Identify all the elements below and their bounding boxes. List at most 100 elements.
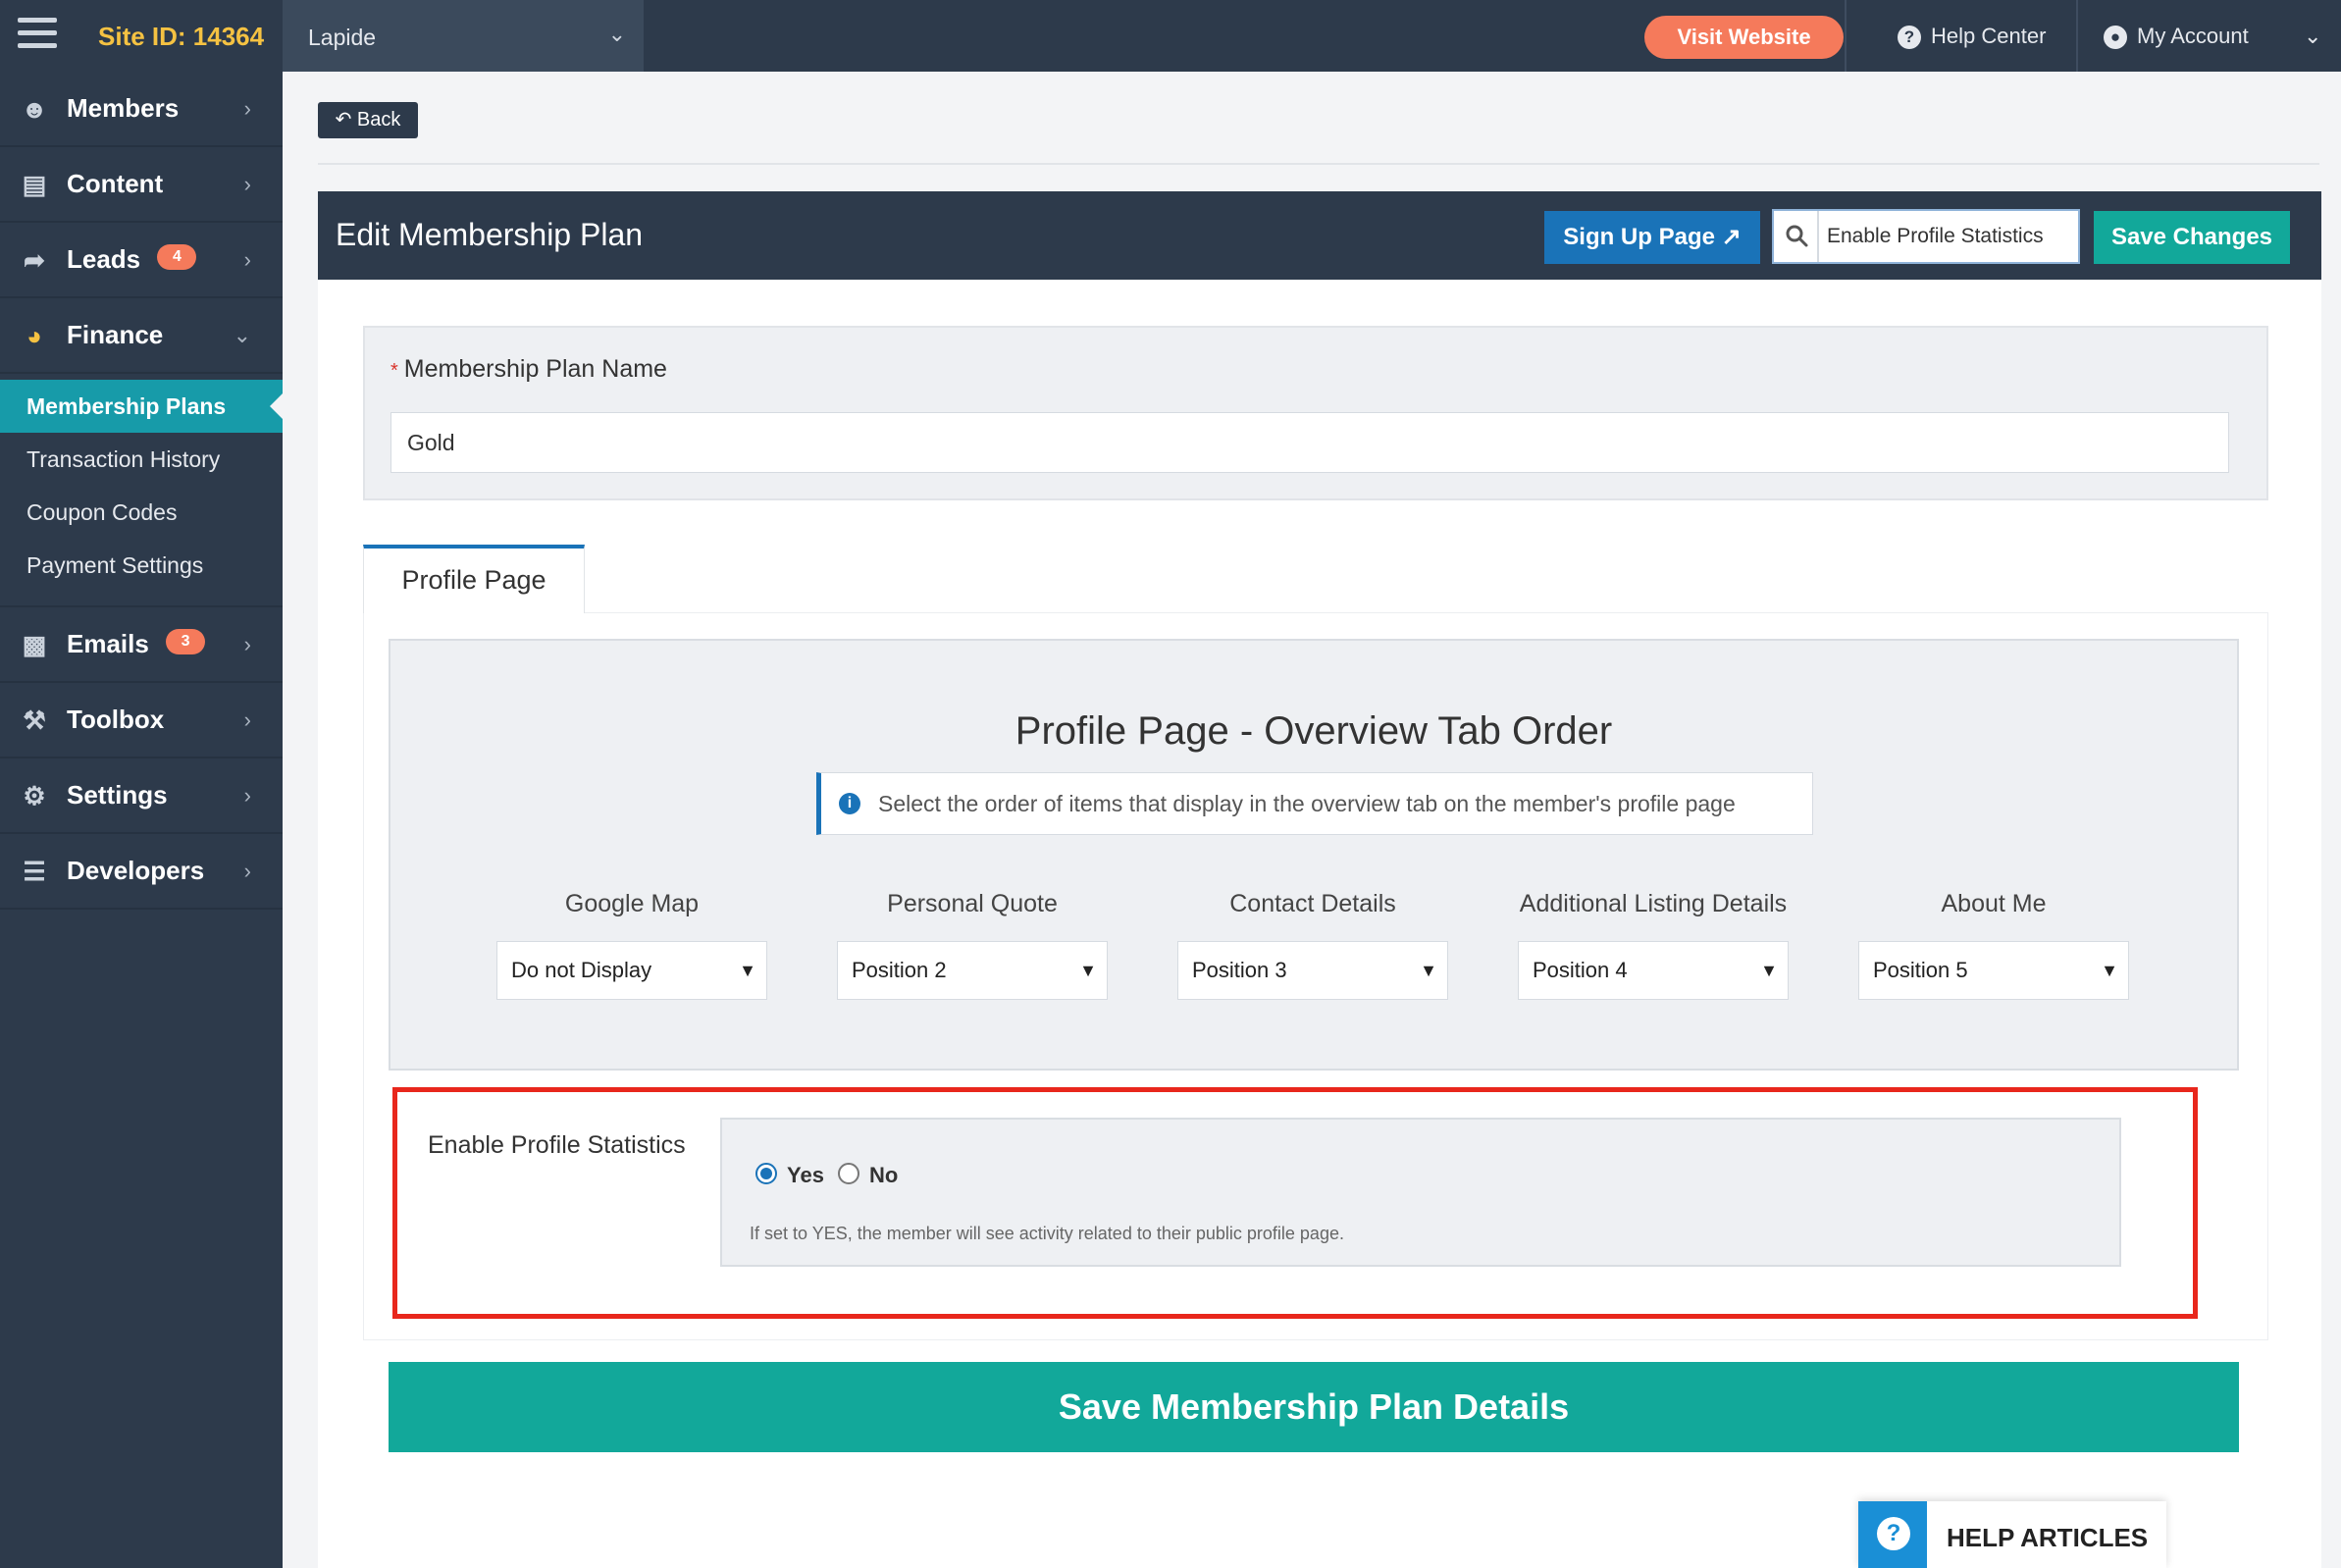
sidebar-item-label: Finance (67, 320, 164, 349)
additional-listing-details-position-select[interactable]: Position 4 ▼ (1518, 941, 1789, 1000)
column-label: Personal Quote (887, 890, 1058, 917)
about-me-position-select[interactable]: Position 5 ▼ (1858, 941, 2129, 1000)
tab-profile-page[interactable]: Profile Page (363, 545, 585, 613)
divider (2076, 0, 2078, 72)
radio-checked-icon (755, 1163, 777, 1185)
google-map-position-select[interactable]: Do not Display ▼ (496, 941, 767, 1000)
sidebar-item-label: Leads (67, 244, 141, 274)
personal-quote-position-select[interactable]: Position 2 ▼ (837, 941, 1108, 1000)
sidebar-item-label: Members (67, 93, 180, 123)
plan-name-label-text: Membership Plan Name (403, 355, 667, 383)
radio-yes[interactable]: Yes (755, 1163, 824, 1188)
question-circle-icon: ? (1898, 26, 1921, 50)
sidebar-item-finance[interactable]: ◕ Finance ⌄ (0, 298, 283, 374)
sidebar-item-label: Emails (67, 629, 149, 658)
hamburger-menu-icon[interactable] (18, 18, 57, 53)
order-column-additional-listing-details: Additional Listing Details Position 4 ▼ (1518, 890, 1789, 1000)
sidebar-item-settings[interactable]: ⚙ Settings › (0, 758, 283, 834)
save-changes-button[interactable]: Save Changes (2094, 211, 2290, 264)
help-center-label: Help Center (1931, 24, 2047, 48)
back-arrow-icon: ↶ (335, 109, 352, 131)
help-articles-widget[interactable]: ? HELP ARTICLES (1858, 1501, 2166, 1568)
my-account-label: My Account (2137, 24, 2249, 48)
sidebar-subitem-payment-settings[interactable]: Payment Settings (0, 539, 283, 592)
caret-down-icon: ▼ (1079, 961, 1097, 980)
users-icon: ☻ (21, 94, 48, 124)
select-value: Position 4 (1533, 958, 1628, 982)
sidebar-subitem-coupon-codes[interactable]: Coupon Codes (0, 486, 283, 539)
radio-no-label: No (869, 1163, 899, 1187)
leads-count-badge: 4 (157, 244, 197, 271)
save-membership-plan-button[interactable]: Save Membership Plan Details (389, 1362, 2239, 1452)
search-divider (1817, 211, 1819, 262)
back-button[interactable]: ↶ Back (318, 102, 418, 138)
visit-website-button[interactable]: Visit Website (1644, 16, 1844, 59)
order-column-about-me: About Me Position 5 ▼ (1858, 890, 2129, 1000)
column-label: Google Map (564, 890, 700, 917)
profile-statistics-label: Enable Profile Statistics (428, 1131, 686, 1159)
my-account-link[interactable]: ● My Account (2104, 0, 2249, 72)
sidebar-item-emails[interactable]: ▩ Emails 3 › (0, 607, 283, 683)
page-title: Edit Membership Plan (336, 217, 644, 252)
settings-search[interactable] (1772, 209, 2080, 264)
sidebar-item-leads[interactable]: ➦ Leads 4 › (0, 223, 283, 298)
sidebar-subitem-membership-plans[interactable]: Membership Plans (0, 380, 284, 433)
chevron-down-icon: ⌄ (233, 323, 251, 347)
gear-icon: ⚙ (23, 781, 46, 810)
sign-up-page-button[interactable]: Sign Up Page ↗ (1544, 211, 1760, 264)
panel-header: Edit Membership Plan Sign Up Page ↗ Save… (318, 191, 2321, 280)
chevron-right-icon: › (243, 783, 251, 808)
select-value: Position 2 (852, 958, 947, 982)
plan-name-section: * Membership Plan Name Gold (363, 326, 2268, 500)
finance-submenu: Membership Plans Transaction History Cou… (0, 374, 284, 607)
folder-icon: ▤ (22, 170, 47, 199)
back-label: Back (356, 109, 401, 131)
chevron-down-icon[interactable]: ⌄ (2304, 0, 2321, 72)
radio-no[interactable]: No (838, 1163, 898, 1188)
help-center-link[interactable]: ? Help Center (1898, 0, 2046, 72)
chevron-right-icon: › (243, 632, 251, 656)
column-label: Additional Listing Details (1519, 890, 1788, 917)
inbox-icon: ▩ (22, 630, 47, 659)
radio-yes-label: Yes (787, 1163, 824, 1187)
column-label: Contact Details (1229, 890, 1396, 917)
sidebar-item-members[interactable]: ☻ Members › (0, 72, 283, 147)
emails-count-badge: 3 (166, 629, 206, 655)
select-value: Position 3 (1192, 958, 1287, 982)
caret-down-icon: ▼ (2101, 961, 2118, 980)
sliders-icon: ☰ (23, 857, 46, 886)
site-id: Site ID: 14364 (98, 22, 265, 51)
sidebar-item-label: Content (67, 169, 164, 198)
overview-order-section: Profile Page - Overview Tab Order i Sele… (389, 639, 2239, 1071)
wrench-icon: ⚒ (23, 706, 46, 735)
required-asterisk: * (390, 360, 398, 382)
chevron-right-icon: › (243, 172, 251, 196)
help-articles-label: HELP ARTICLES (1947, 1523, 2149, 1552)
site-selector-label: Lapide (308, 25, 377, 50)
help-text: If set to YES, the member will see activ… (750, 1224, 1344, 1243)
sidebar-subitem-transaction-history[interactable]: Transaction History (0, 433, 283, 486)
sidebar-item-content[interactable]: ▤ Content › (0, 147, 283, 223)
order-column-contact-details: Contact Details Position 3 ▼ (1177, 890, 1448, 1000)
chevron-down-icon: ⌄ (607, 22, 626, 46)
sidebar-item-label: Toolbox (67, 705, 165, 734)
plan-name-input[interactable]: Gold (390, 412, 2229, 473)
sidebar-item-developers[interactable]: ☰ Developers › (0, 834, 283, 910)
question-circle-icon: ? (1877, 1517, 1910, 1550)
divider (318, 163, 2319, 165)
caret-down-icon: ▼ (1420, 961, 1437, 980)
profile-statistics-options: Yes No If set to YES, the member will se… (720, 1118, 2121, 1267)
sidebar-item-toolbox[interactable]: ⚒ Toolbox › (0, 683, 283, 758)
order-column-google-map: Google Map Do not Display ▼ (496, 890, 767, 1000)
share-icon: ➦ (24, 245, 45, 275)
help-icon-box: ? (1858, 1501, 1927, 1568)
divider (1845, 0, 1847, 72)
search-input[interactable] (1827, 221, 2072, 252)
site-selector[interactable]: Lapide ⌄ (283, 0, 644, 72)
sign-up-page-label: Sign Up Page (1563, 224, 1715, 250)
order-column-personal-quote: Personal Quote Position 2 ▼ (837, 890, 1108, 1000)
contact-details-position-select[interactable]: Position 3 ▼ (1177, 941, 1448, 1000)
chevron-right-icon: › (243, 707, 251, 732)
profile-statistics-setting: Enable Profile Statistics Yes No If set … (389, 1084, 2239, 1320)
chevron-right-icon: › (243, 247, 251, 272)
